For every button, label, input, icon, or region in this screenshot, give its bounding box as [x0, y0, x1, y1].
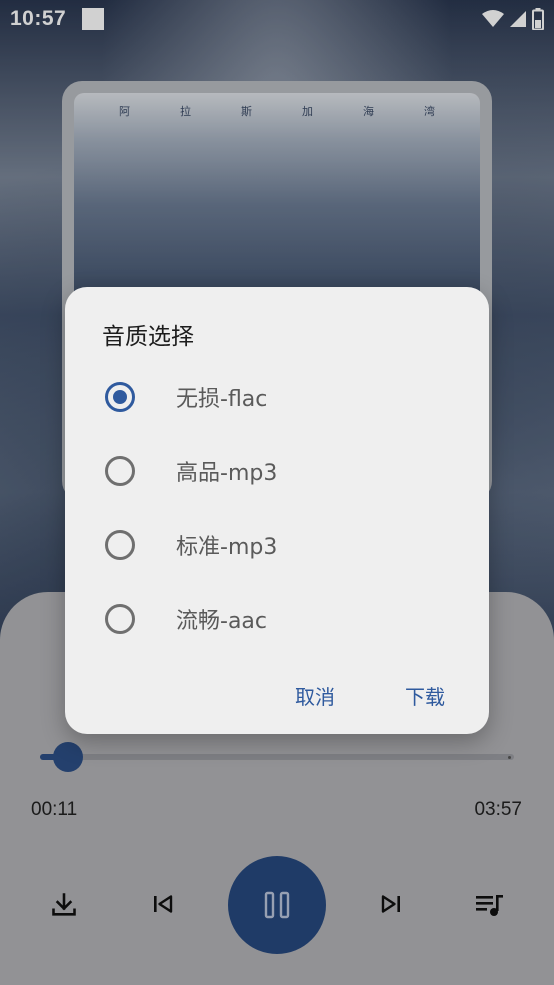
option-label: 流畅-aac [176, 609, 267, 634]
radio-button[interactable] [105, 382, 135, 412]
option-label: 无损-flac [176, 387, 268, 412]
option-smooth-aac[interactable]: 流畅-aac [65, 589, 489, 649]
radio-button[interactable] [105, 604, 135, 634]
radio-dot [113, 390, 127, 404]
option-label: 标准-mp3 [176, 535, 278, 560]
option-standard-mp3[interactable]: 标准-mp3 [65, 515, 489, 575]
quality-dialog: 音质选择 无损-flac 高品-mp3 标准-mp3 流畅-aac 取消 下载 [65, 287, 489, 734]
dialog-title: 音质选择 [102, 324, 194, 350]
option-label: 高品-mp3 [176, 461, 278, 486]
radio-button[interactable] [105, 530, 135, 560]
radio-button[interactable] [105, 456, 135, 486]
cancel-button[interactable]: 取消 [295, 681, 335, 710]
download-confirm-button[interactable]: 下载 [405, 681, 445, 710]
option-lossless-flac[interactable]: 无损-flac [65, 367, 489, 427]
option-high-mp3[interactable]: 高品-mp3 [65, 441, 489, 501]
